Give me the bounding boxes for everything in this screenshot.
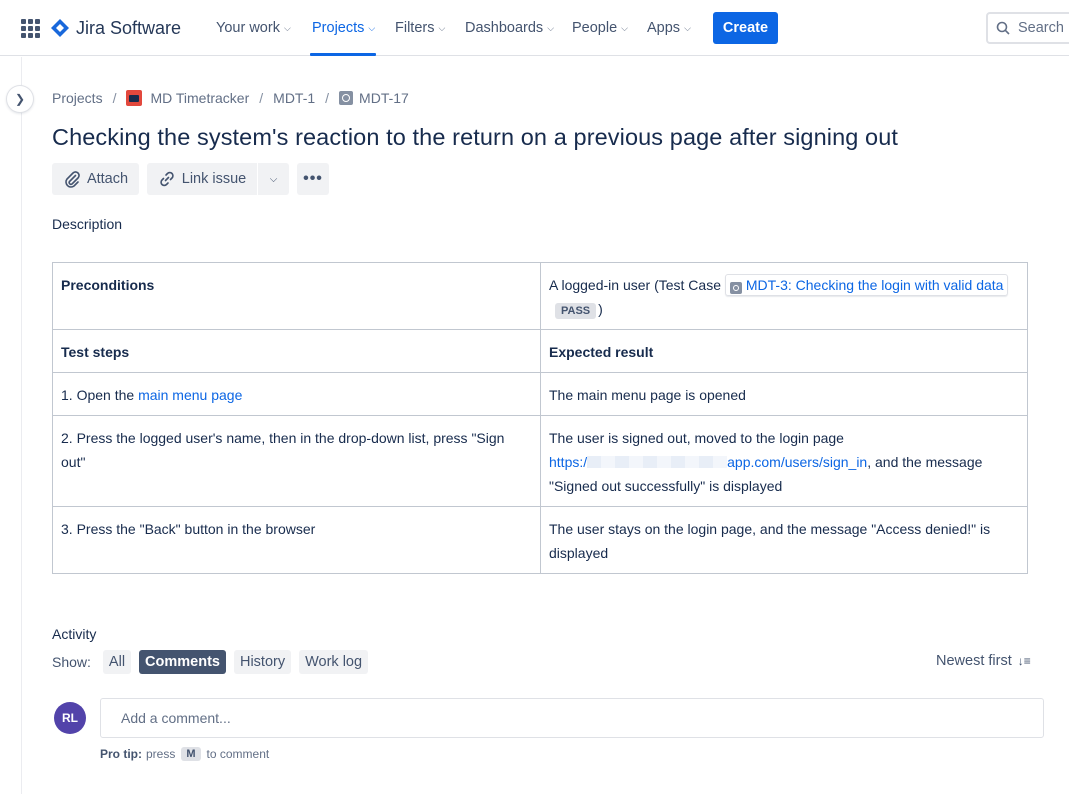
breadcrumb-separator: / bbox=[259, 90, 264, 106]
pro-tip: Pro tip: press M to comment bbox=[100, 747, 270, 761]
chevron-right-icon: ❯ bbox=[14, 92, 26, 106]
linked-issue-card[interactable]: MDT-3: Checking the login with valid dat… bbox=[724, 274, 1009, 296]
sort-descending-icon: ↓≡ bbox=[1017, 654, 1031, 668]
link-issue-button[interactable]: Link issue bbox=[147, 163, 257, 195]
nav-your-work[interactable]: Your work ⌵ bbox=[216, 18, 291, 38]
activity-filter-bar: Show: All Comments History Work log bbox=[52, 650, 376, 674]
table-row: Test steps Expected result bbox=[52, 329, 1028, 373]
sort-order-button[interactable]: Newest first ↓≡ bbox=[936, 653, 1031, 669]
project-avatar-icon bbox=[126, 90, 143, 106]
issue-type-icon bbox=[339, 91, 354, 105]
jira-logo[interactable]: Jira Software bbox=[51, 16, 181, 40]
chevron-down-icon: ⌵ bbox=[438, 22, 446, 33]
nav-people[interactable]: People ⌵ bbox=[572, 18, 628, 38]
table-header-cell: Expected result bbox=[540, 329, 1028, 373]
breadcrumb-parent-issue[interactable]: MDT-1 bbox=[273, 90, 315, 106]
chevron-down-icon: ⌵ bbox=[684, 22, 691, 33]
breadcrumb-issue[interactable]: MDT-17 bbox=[359, 90, 409, 106]
link-issue-dropdown-button[interactable]: ⌵ bbox=[258, 163, 289, 195]
nav-apps[interactable]: Apps ⌵ bbox=[647, 18, 691, 38]
breadcrumb: Projects / MD Timetracker / MDT-1 / MDT-… bbox=[52, 89, 409, 107]
description-heading: Description bbox=[52, 216, 123, 232]
attach-button[interactable]: Attach bbox=[52, 163, 139, 195]
main-menu-link[interactable]: main menu page bbox=[138, 387, 242, 403]
app-switcher-icon[interactable] bbox=[18, 16, 42, 40]
table-cell: Preconditions bbox=[52, 262, 541, 330]
nav-filters[interactable]: Filters ⌵ bbox=[395, 18, 445, 38]
table-row: 3. Press the "Back" button in the browse… bbox=[52, 506, 1028, 574]
app-name: Jira Software bbox=[76, 17, 182, 38]
chevron-down-icon: ⌵ bbox=[621, 22, 628, 33]
chevron-down-icon: ⌵ bbox=[547, 22, 555, 33]
table-row: 1. Open the main menu page The main menu… bbox=[52, 372, 1028, 416]
filter-work-log-button[interactable]: Work log bbox=[299, 650, 369, 674]
table-cell: The user stays on the login page, and th… bbox=[540, 506, 1028, 574]
test-case-table[interactable]: Preconditions A logged-in user (Test Cas… bbox=[52, 262, 1028, 574]
chevron-down-icon: ⌵ bbox=[269, 173, 278, 185]
filter-history-button[interactable]: History bbox=[233, 650, 292, 674]
status-badge: PASS bbox=[555, 303, 597, 319]
breadcrumb-separator: / bbox=[112, 90, 117, 106]
comment-input[interactable]: Add a comment... bbox=[100, 698, 1044, 738]
jira-diamond-icon bbox=[51, 19, 69, 37]
search-input[interactable]: Search bbox=[986, 12, 1069, 44]
chevron-down-icon: ⌵ bbox=[283, 22, 291, 33]
expand-sidebar-button[interactable]: ❯ bbox=[7, 86, 33, 112]
top-navigation: Jira Software Your work ⌵ Projects ⌵ Filte… bbox=[0, 0, 1069, 56]
search-icon bbox=[996, 21, 1010, 35]
table-cell: 2. Press the logged user's name, then in… bbox=[52, 415, 541, 507]
sidebar-rail bbox=[0, 57, 22, 794]
filter-all-button[interactable]: All bbox=[102, 650, 132, 674]
show-label: Show: bbox=[52, 654, 91, 670]
redacted-text bbox=[587, 456, 728, 468]
issue-title[interactable]: Checking the system's reaction to the re… bbox=[52, 124, 898, 151]
table-cell: 3. Press the "Back" button in the browse… bbox=[52, 506, 541, 574]
more-icon: ••• bbox=[303, 170, 323, 187]
create-button[interactable]: Create bbox=[713, 12, 778, 44]
breadcrumb-project[interactable]: MD Timetracker bbox=[150, 90, 249, 106]
nav-projects[interactable]: Projects ⌵ bbox=[312, 18, 375, 38]
more-actions-button[interactable]: ••• bbox=[297, 163, 329, 195]
filter-comments-button[interactable]: Comments bbox=[139, 650, 226, 674]
table-row: Preconditions A logged-in user (Test Cas… bbox=[52, 262, 1028, 330]
issue-type-icon bbox=[729, 282, 742, 294]
keyboard-shortcut-key: M bbox=[181, 747, 201, 761]
table-cell: The user is signed out, moved to the log… bbox=[540, 415, 1028, 507]
nav-dashboards[interactable]: Dashboards ⌵ bbox=[465, 18, 554, 38]
breadcrumb-projects[interactable]: Projects bbox=[52, 90, 103, 106]
table-cell: The main menu page is opened bbox=[540, 372, 1028, 416]
link-icon bbox=[160, 171, 174, 187]
chevron-down-icon: ⌵ bbox=[368, 22, 376, 33]
paperclip-icon bbox=[65, 171, 80, 188]
table-row: 2. Press the logged user's name, then in… bbox=[52, 415, 1028, 507]
table-header-cell: Test steps bbox=[52, 329, 541, 373]
sign-in-url-link[interactable]: https:/app.com/users/sign_in bbox=[549, 454, 867, 470]
breadcrumb-separator: / bbox=[325, 90, 330, 106]
table-cell: 1. Open the main menu page bbox=[52, 372, 541, 416]
activity-heading: Activity bbox=[52, 626, 97, 642]
avatar[interactable]: RL bbox=[54, 702, 86, 734]
nav-active-indicator bbox=[310, 53, 376, 56]
table-cell: A logged-in user (Test Case MDT-3: Check… bbox=[540, 262, 1028, 330]
